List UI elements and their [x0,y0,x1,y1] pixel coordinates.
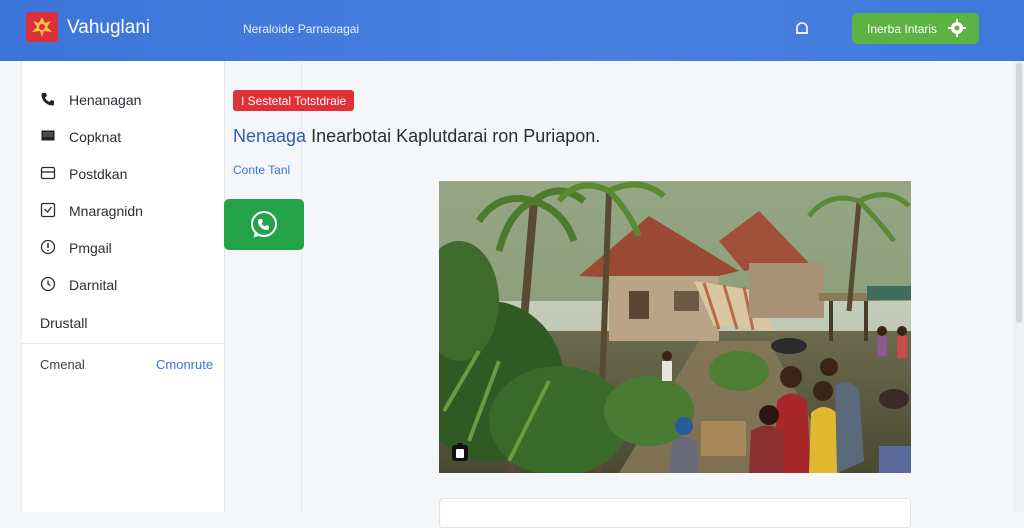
scrollbar[interactable] [1014,61,1024,512]
status-badge: I Sestetal Totstdraie [233,90,355,111]
sidebar-item-label: Postdkan [69,166,128,182]
sidebar-item-label: Copknat [69,129,122,145]
sidebar-footer-left[interactable]: Cmenal [40,357,85,372]
sidebar-divider [22,343,225,344]
gear-icon [948,19,966,37]
page-title: Nenaaga Inearbotai Kaplutdarai ron Puria… [233,126,600,147]
sidebar: Henanagan Copknat Postdkan Mnaragnidn Pm… [21,61,225,512]
phone-icon [41,93,54,106]
content-card [439,498,911,528]
sidebar-item-3[interactable]: Postdkan [22,158,225,188]
clock-icon [40,276,56,292]
sidebar-item-2[interactable]: Copknat [22,121,225,151]
sidebar-item-label: Henanagan [69,92,142,108]
checkbox-icon [40,202,56,218]
app-title: Vahuglani [67,17,151,38]
card-icon [40,166,56,180]
top-bar: Vahuglani Neraloide Parnaoagai Inerba In… [0,0,1024,61]
header-action-button[interactable]: Inerba Intaris [852,13,979,44]
sidebar-footer-link[interactable]: Cmonrute [156,357,213,372]
sidebar-item-label: Darnital [69,277,118,293]
emblem-icon [32,17,52,37]
scrollbar-thumb[interactable] [1016,63,1022,323]
header-action-label: Inerba Intaris [867,21,938,36]
camera-icon[interactable] [451,442,469,462]
bell-icon[interactable] [793,20,811,38]
sidebar-item-5[interactable]: Pmgail [22,232,225,262]
alert-icon [40,239,56,255]
sidebar-item-label: Mnaragnidn [69,203,143,219]
village-illustration [439,181,911,473]
sidebar-item-4[interactable]: Mnaragnidn [22,195,225,225]
whatsapp-icon [251,211,277,238]
page-title-text: Inearbotai Kaplutdarai ron Puriapon. [311,126,601,146]
sidebar-item-1[interactable]: Henanagan [22,84,225,114]
sidebar-section-title[interactable]: Drustall [40,315,87,331]
monitor-icon [41,130,55,141]
village-photo [439,181,911,473]
whatsapp-button[interactable] [224,199,304,250]
app-logo[interactable] [26,12,58,42]
sidebar-item-label: Pmgail [69,240,112,256]
page-title-accent[interactable]: Nenaaga [233,126,306,146]
header-subtitle[interactable]: Neraloide Parnaoagai [243,22,359,36]
sidebar-item-6[interactable]: Darnital [22,269,225,299]
content-link[interactable]: Conte Tanl [233,163,290,177]
